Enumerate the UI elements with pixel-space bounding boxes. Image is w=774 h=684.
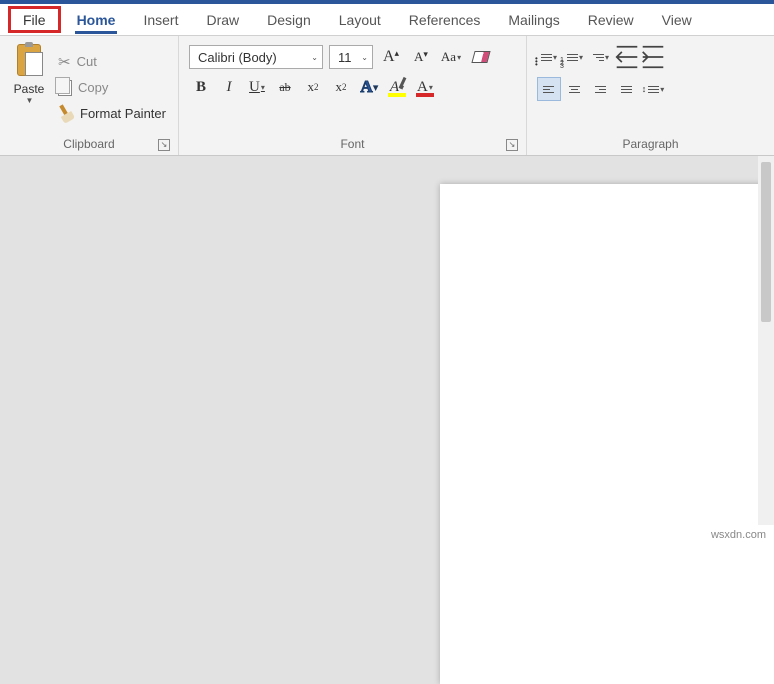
tab-home[interactable]: Home — [63, 4, 130, 35]
paste-button[interactable]: Paste ▼ — [6, 40, 52, 135]
underline-button[interactable]: U▾ — [245, 75, 269, 99]
group-label-clipboard: Clipboard ↘ — [6, 135, 172, 153]
tab-insert[interactable]: Insert — [129, 4, 192, 35]
chevron-down-icon: ⌄ — [311, 53, 318, 62]
vertical-scrollbar[interactable] — [758, 156, 774, 525]
tab-draw[interactable]: Draw — [192, 4, 253, 35]
tab-references[interactable]: References — [395, 4, 495, 35]
cut-button[interactable]: ✂ Cut — [52, 49, 172, 75]
watermark: wsxdn.com — [711, 529, 766, 541]
ribbon: Paste ▼ ✂ Cut Copy Format Painter Clipb — [0, 36, 774, 156]
group-clipboard: Paste ▼ ✂ Cut Copy Format Painter Clipb — [0, 36, 179, 155]
increase-indent-button[interactable] — [641, 45, 665, 69]
tab-view[interactable]: View — [648, 4, 706, 35]
font-color-button[interactable]: A ▾ — [413, 75, 437, 99]
format-painter-button[interactable]: Format Painter — [52, 101, 172, 127]
format-painter-label: Format Painter — [80, 106, 166, 121]
cut-label: Cut — [77, 54, 97, 69]
numbering-button[interactable]: ▾ — [563, 45, 587, 69]
tab-design[interactable]: Design — [253, 4, 325, 35]
tab-layout[interactable]: Layout — [325, 4, 395, 35]
eraser-icon — [471, 51, 490, 63]
italic-button[interactable]: I — [217, 75, 241, 99]
group-paragraph: ▾ ▾ ▾ — [527, 36, 774, 155]
paste-label: Paste — [14, 82, 45, 96]
text-effects-button[interactable]: A▾ — [357, 75, 381, 99]
tab-mailings[interactable]: Mailings — [494, 4, 573, 35]
font-name-value: Calibri (Body) — [198, 50, 277, 65]
line-spacing-button[interactable]: ↕ ▾ — [641, 77, 665, 101]
copy-button[interactable]: Copy — [52, 75, 172, 101]
paste-icon — [15, 44, 43, 80]
chevron-down-icon: ▼ — [26, 96, 34, 105]
chevron-down-icon: ⌄ — [361, 53, 368, 62]
clipboard-dialog-launcher[interactable]: ↘ — [158, 139, 170, 151]
highlight-button[interactable]: A ▾ — [385, 75, 409, 99]
multilevel-list-button[interactable]: ▾ — [589, 45, 613, 69]
document-area — [0, 156, 774, 547]
group-font: Calibri (Body) ⌄ 11 ⌄ A▴ A▾ Aa▾ — [179, 36, 527, 155]
document-page[interactable] — [440, 184, 774, 684]
copy-label: Copy — [78, 80, 108, 95]
align-left-button[interactable] — [537, 77, 561, 101]
font-dialog-launcher[interactable]: ↘ — [506, 139, 518, 151]
scrollbar-thumb[interactable] — [761, 162, 771, 322]
align-right-button[interactable] — [589, 77, 613, 101]
grow-font-button[interactable]: A▴ — [379, 45, 403, 69]
font-size-select[interactable]: 11 ⌄ — [329, 45, 373, 69]
bullets-button[interactable]: ▾ — [537, 45, 561, 69]
font-size-value: 11 — [338, 50, 352, 65]
tab-file[interactable]: File — [8, 6, 61, 33]
bold-button[interactable]: B — [189, 75, 213, 99]
strikethrough-button[interactable]: ab — [273, 75, 297, 99]
copy-icon — [58, 80, 72, 96]
group-label-paragraph: Paragraph — [533, 135, 768, 153]
clear-formatting-button[interactable] — [469, 45, 493, 69]
group-label-font: Font ↘ — [185, 135, 520, 153]
font-name-select[interactable]: Calibri (Body) ⌄ — [189, 45, 323, 69]
decrease-indent-button[interactable] — [615, 45, 639, 69]
brush-icon — [55, 103, 77, 125]
align-justify-button[interactable] — [615, 77, 639, 101]
superscript-button[interactable]: x2 — [329, 75, 353, 99]
scissors-icon: ✂ — [58, 53, 71, 71]
change-case-button[interactable]: Aa▾ — [439, 45, 463, 69]
tab-review[interactable]: Review — [574, 4, 648, 35]
align-center-button[interactable] — [563, 77, 587, 101]
shrink-font-button[interactable]: A▾ — [409, 45, 433, 69]
ribbon-tabs: File Home Insert Draw Design Layout Refe… — [0, 4, 774, 36]
subscript-button[interactable]: x2 — [301, 75, 325, 99]
